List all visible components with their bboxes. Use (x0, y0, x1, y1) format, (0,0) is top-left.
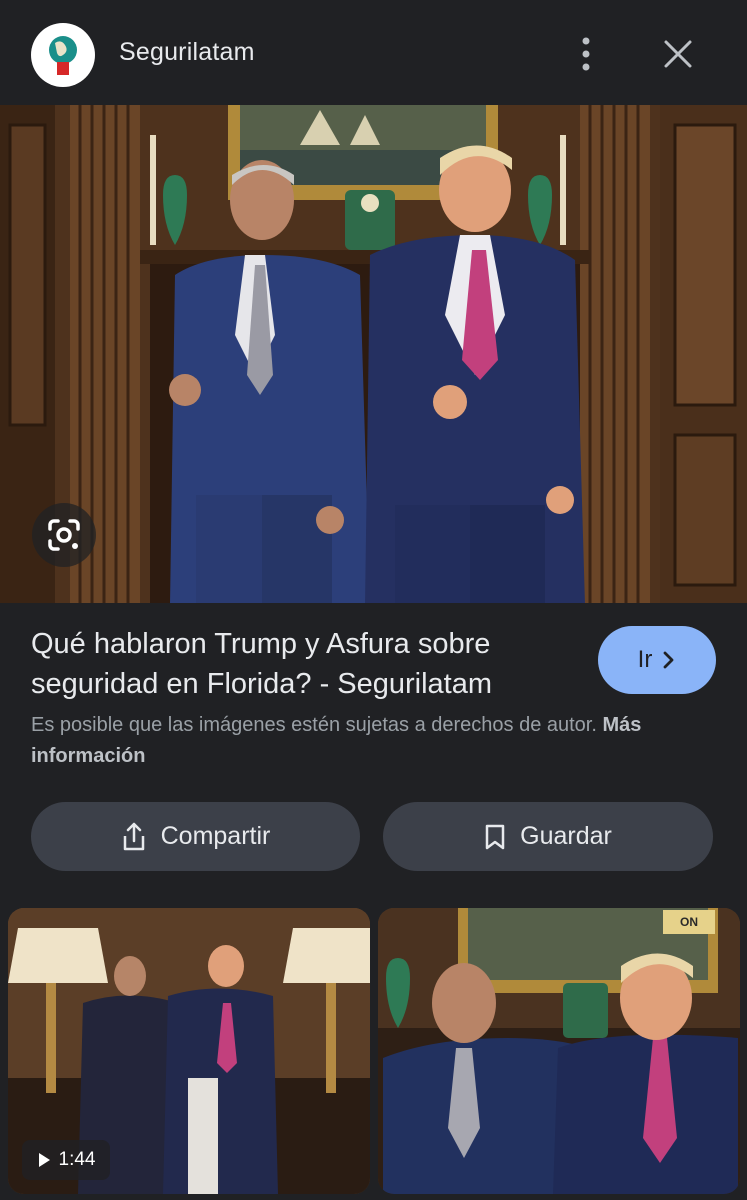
globe-logo-icon (49, 36, 77, 75)
close-button[interactable] (656, 32, 700, 76)
chevron-right-icon (663, 651, 674, 669)
share-button[interactable]: Compartir (31, 802, 360, 871)
hero-image[interactable] (0, 105, 747, 603)
bookmark-icon (485, 824, 505, 849)
site-avatar[interactable] (31, 23, 95, 87)
video-duration: 1:44 (58, 1149, 96, 1170)
close-icon (664, 40, 692, 68)
go-button[interactable]: Ir (598, 626, 716, 694)
copyright-notice: Es posible que las imágenes estén sujeta… (31, 710, 651, 772)
video-duration-badge: 1:44 (22, 1140, 110, 1180)
more-vert-icon (582, 37, 590, 71)
play-icon (38, 1153, 50, 1167)
on-badge: ON (663, 910, 715, 934)
site-name[interactable]: Segurilatam (119, 38, 255, 67)
save-label: Guardar (520, 822, 612, 850)
share-icon (123, 822, 144, 850)
copyright-text: Es posible que las imágenes estén sujeta… (31, 714, 597, 736)
google-lens-button[interactable] (32, 503, 96, 567)
share-label: Compartir (160, 822, 271, 850)
on-badge-label: ON (680, 915, 698, 929)
viewer-header: Segurilatam (0, 0, 747, 105)
google-lens-icon (48, 519, 80, 551)
go-button-label: Ir (637, 646, 653, 673)
save-button[interactable]: Guardar (383, 802, 713, 871)
related-image-2[interactable] (378, 908, 740, 1194)
result-title[interactable]: Qué hablaron Trump y Asfura sobre seguri… (31, 624, 571, 704)
more-options-button[interactable] (566, 32, 606, 76)
